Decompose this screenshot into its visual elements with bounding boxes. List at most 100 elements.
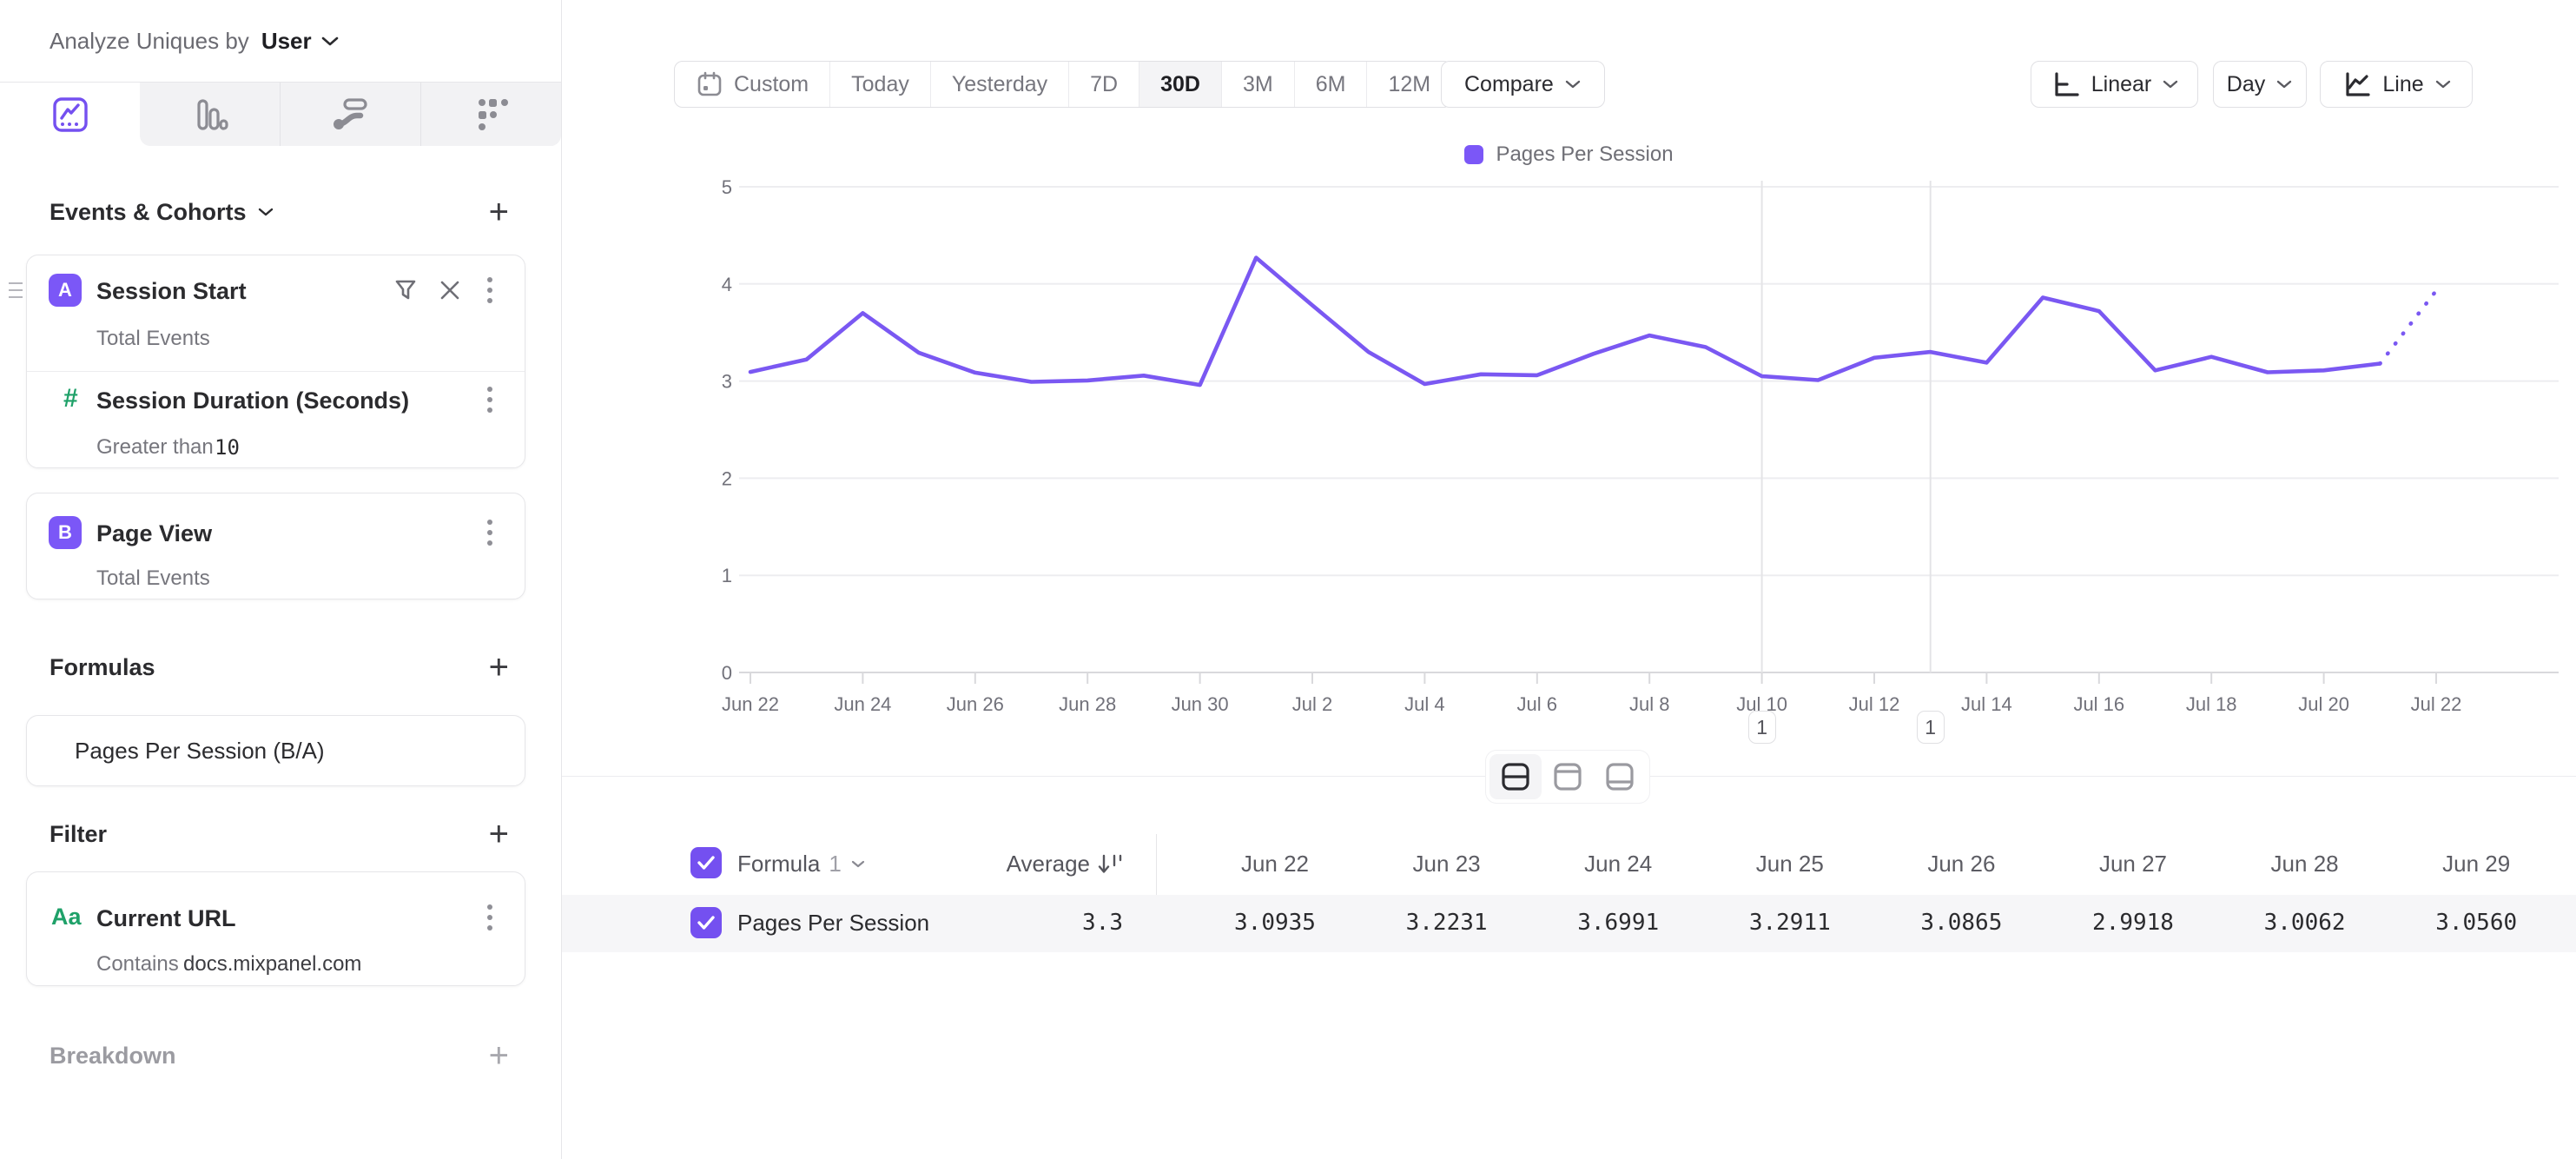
event-card-session-start: A Session Start Total Events # Session D… [26,255,525,468]
cell-value: 2.9918 [2047,910,2219,936]
date-column-header[interactable]: Jun 28 [2219,851,2391,878]
tab-retention[interactable] [420,83,561,146]
annotation-badge[interactable]: 1 [1748,711,1776,744]
svg-text:Jul 16: Jul 16 [2073,693,2124,715]
svg-text:Jul 20: Jul 20 [2298,693,2349,715]
events-cohorts-label: Events & Cohorts [50,199,247,226]
event-metric[interactable]: Total Events [96,566,210,591]
formula-card[interactable]: Pages Per Session (B/A) [26,715,525,786]
cell-value: 3.0062 [2219,910,2391,936]
legend-item[interactable]: Pages Per Session [1464,142,1673,167]
series-selector-dropdown[interactable]: Formula 1 [737,851,866,878]
annotation-badge[interactable]: 1 [1917,711,1945,744]
event-letter-badge[interactable]: B [49,516,82,549]
date-column-header[interactable]: Jun 25 [1704,851,1876,878]
date-column-header[interactable]: Jun 23 [1361,851,1533,878]
linear-axis-icon [2050,69,2081,100]
event-name[interactable]: Page View [96,520,212,547]
svg-text:3: 3 [722,371,732,393]
date-column-header[interactable]: Jun 24 [1532,851,1704,878]
table-only-view-button[interactable] [1594,754,1646,799]
interval-dropdown[interactable]: Day [2213,61,2307,108]
date-column-header[interactable]: Jun 22 [1189,851,1361,878]
scale-dropdown[interactable]: Linear [2031,61,2198,108]
date-column-header[interactable]: Jun 27 [2047,851,2219,878]
filter-value[interactable]: docs.mixpanel.com [183,952,361,977]
event-metric[interactable]: Total Events [96,327,210,351]
event-name[interactable]: Session Start [96,278,247,305]
property-value[interactable]: 10 [215,435,240,460]
formulas-heading: Formulas [50,654,155,681]
funnels-icon [190,95,230,135]
check-icon [697,915,716,931]
add-filter-button[interactable]: + [489,817,509,851]
analyze-header: Analyze Uniques by User [0,0,561,83]
range-6m[interactable]: 6M [1294,62,1367,107]
property-operator[interactable]: Greater than [96,435,214,460]
svg-text:Jul 4: Jul 4 [1404,693,1444,715]
range-12m[interactable]: 12M [1366,62,1451,107]
events-cohorts-heading-row: Events & Cohorts + [50,193,509,231]
chart-only-view-button[interactable] [1542,754,1594,799]
svg-text:0: 0 [722,662,732,684]
add-formula-button[interactable]: + [489,650,509,685]
date-column-header[interactable]: Jun 26 [1875,851,2047,878]
chart-type-label: Line [2382,72,2423,97]
event-card-page-view: B Page View Total Events [26,493,525,599]
range-3m[interactable]: 3M [1221,62,1294,107]
drag-handle-icon[interactable] [9,282,23,298]
cell-value: 3.0560 [2390,910,2562,936]
svg-text:Jul 6: Jul 6 [1517,693,1557,715]
chart-type-dropdown[interactable]: Line [2320,61,2473,108]
interval-label: Day [2227,72,2265,97]
range-yesterday[interactable]: Yesterday [930,62,1068,107]
mixpanel-insights-app: Analyze Uniques by User [0,0,2576,1159]
line-chart[interactable]: 012345Jun 22Jun 24Jun 26Jun 28Jun 30Jul … [562,165,2576,747]
row-checkbox[interactable] [690,907,722,938]
table-row[interactable]: Pages Per Session 3.3 3.09353.22313.6991… [562,895,2576,952]
line-chart-icon [2341,69,2372,100]
split-view-button[interactable] [1489,754,1542,799]
tab-flows[interactable] [280,83,420,146]
tab-insights[interactable] [0,83,140,146]
range-custom[interactable]: Custom [675,62,829,107]
chevron-down-icon [2275,79,2293,89]
filter-icon[interactable] [392,276,419,304]
average-label: Average [1007,851,1090,878]
tab-funnels[interactable] [140,83,280,146]
svg-text:5: 5 [722,176,732,198]
add-breakdown-button[interactable]: + [489,1038,509,1073]
range-30d[interactable]: 30D [1139,62,1221,107]
cell-value: 3.2231 [1361,910,1533,936]
row-series-name: Pages Per Session [737,910,929,937]
svg-text:1: 1 [722,565,732,586]
svg-text:Jun 24: Jun 24 [834,693,891,715]
query-builder-sidebar: Analyze Uniques by User [0,0,562,1159]
events-cohorts-heading[interactable]: Events & Cohorts [50,199,274,226]
svg-text:Jul 8: Jul 8 [1629,693,1669,715]
report-type-tabs [0,83,561,146]
range-7d[interactable]: 7D [1068,62,1139,107]
kebab-menu-icon[interactable] [485,517,494,548]
filter-operator[interactable]: Contains [96,952,179,977]
cell-value: 3.6991 [1532,910,1704,936]
date-range-segment: CustomTodayYesterday7D30D3M6M12M [674,61,1452,108]
kebab-menu-icon[interactable] [485,275,494,306]
kebab-menu-icon[interactable] [485,902,494,933]
kebab-menu-icon[interactable] [485,384,494,415]
property-name[interactable]: Session Duration (Seconds) [96,387,409,414]
filter-property-name[interactable]: Current URL [96,905,236,932]
report-main-area: CustomTodayYesterday7D30D3M6M12M Compare… [562,0,2576,1159]
compare-button[interactable]: Compare [1441,61,1605,108]
range-today[interactable]: Today [829,62,930,107]
check-icon [697,855,716,871]
date-column-header[interactable]: Jun 29 [2390,851,2562,878]
average-column-header[interactable]: Average [909,851,1123,878]
close-icon[interactable] [438,278,462,302]
event-letter-badge[interactable]: A [49,274,82,307]
cell-value: 3.0865 [1875,910,2047,936]
add-event-button[interactable]: + [489,195,509,229]
analyze-by-dropdown[interactable]: User [261,28,340,55]
svg-text:Jun 26: Jun 26 [947,693,1004,715]
select-all-checkbox[interactable] [690,847,722,878]
